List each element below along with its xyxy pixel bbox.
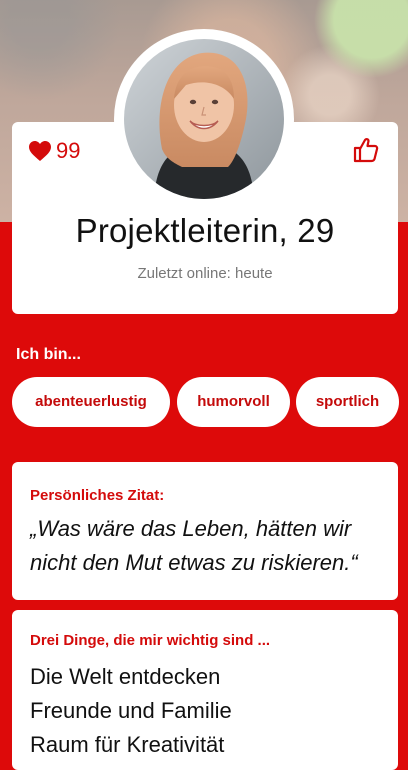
avatar[interactable]: [124, 39, 284, 199]
trait-tag[interactable]: sportlich: [296, 377, 399, 427]
quote-card: Persönliches Zitat: „Was wäre das Leben,…: [12, 462, 398, 600]
important-item: Raum für Kreativität: [30, 732, 225, 757]
quote-text: „Was wäre das Leben, hätten wir nicht de…: [30, 512, 380, 580]
important-item: Freunde und Familie: [30, 698, 232, 723]
important-things-card: Drei Dinge, die mir wichtig sind ... Die…: [12, 610, 398, 770]
last-online-status: Zuletzt online: heute: [137, 265, 273, 282]
important-item: Die Welt entdecken: [30, 664, 221, 689]
heart-icon: [29, 141, 51, 161]
likes-counter: 99: [28, 138, 80, 164]
important-title: Drei Dinge, die mir wichtig sind ...: [30, 632, 271, 649]
profile-photo: [124, 39, 284, 199]
trait-tag[interactable]: abenteuerlustig: [12, 377, 170, 427]
likes-count: 99: [56, 138, 81, 163]
trait-tag[interactable]: humorvoll: [177, 377, 290, 427]
quote-title: Persönliches Zitat:: [30, 487, 165, 504]
quote-line: „Was wäre das Leben, hätten wir: [30, 516, 352, 541]
profile-headline: Projektleiterin, 29: [75, 212, 335, 249]
traits-label: Ich bin...: [16, 346, 81, 363]
thumbs-up-icon[interactable]: [352, 136, 380, 164]
quote-line: nicht den Mut etwas zu riskieren.“: [30, 550, 358, 575]
